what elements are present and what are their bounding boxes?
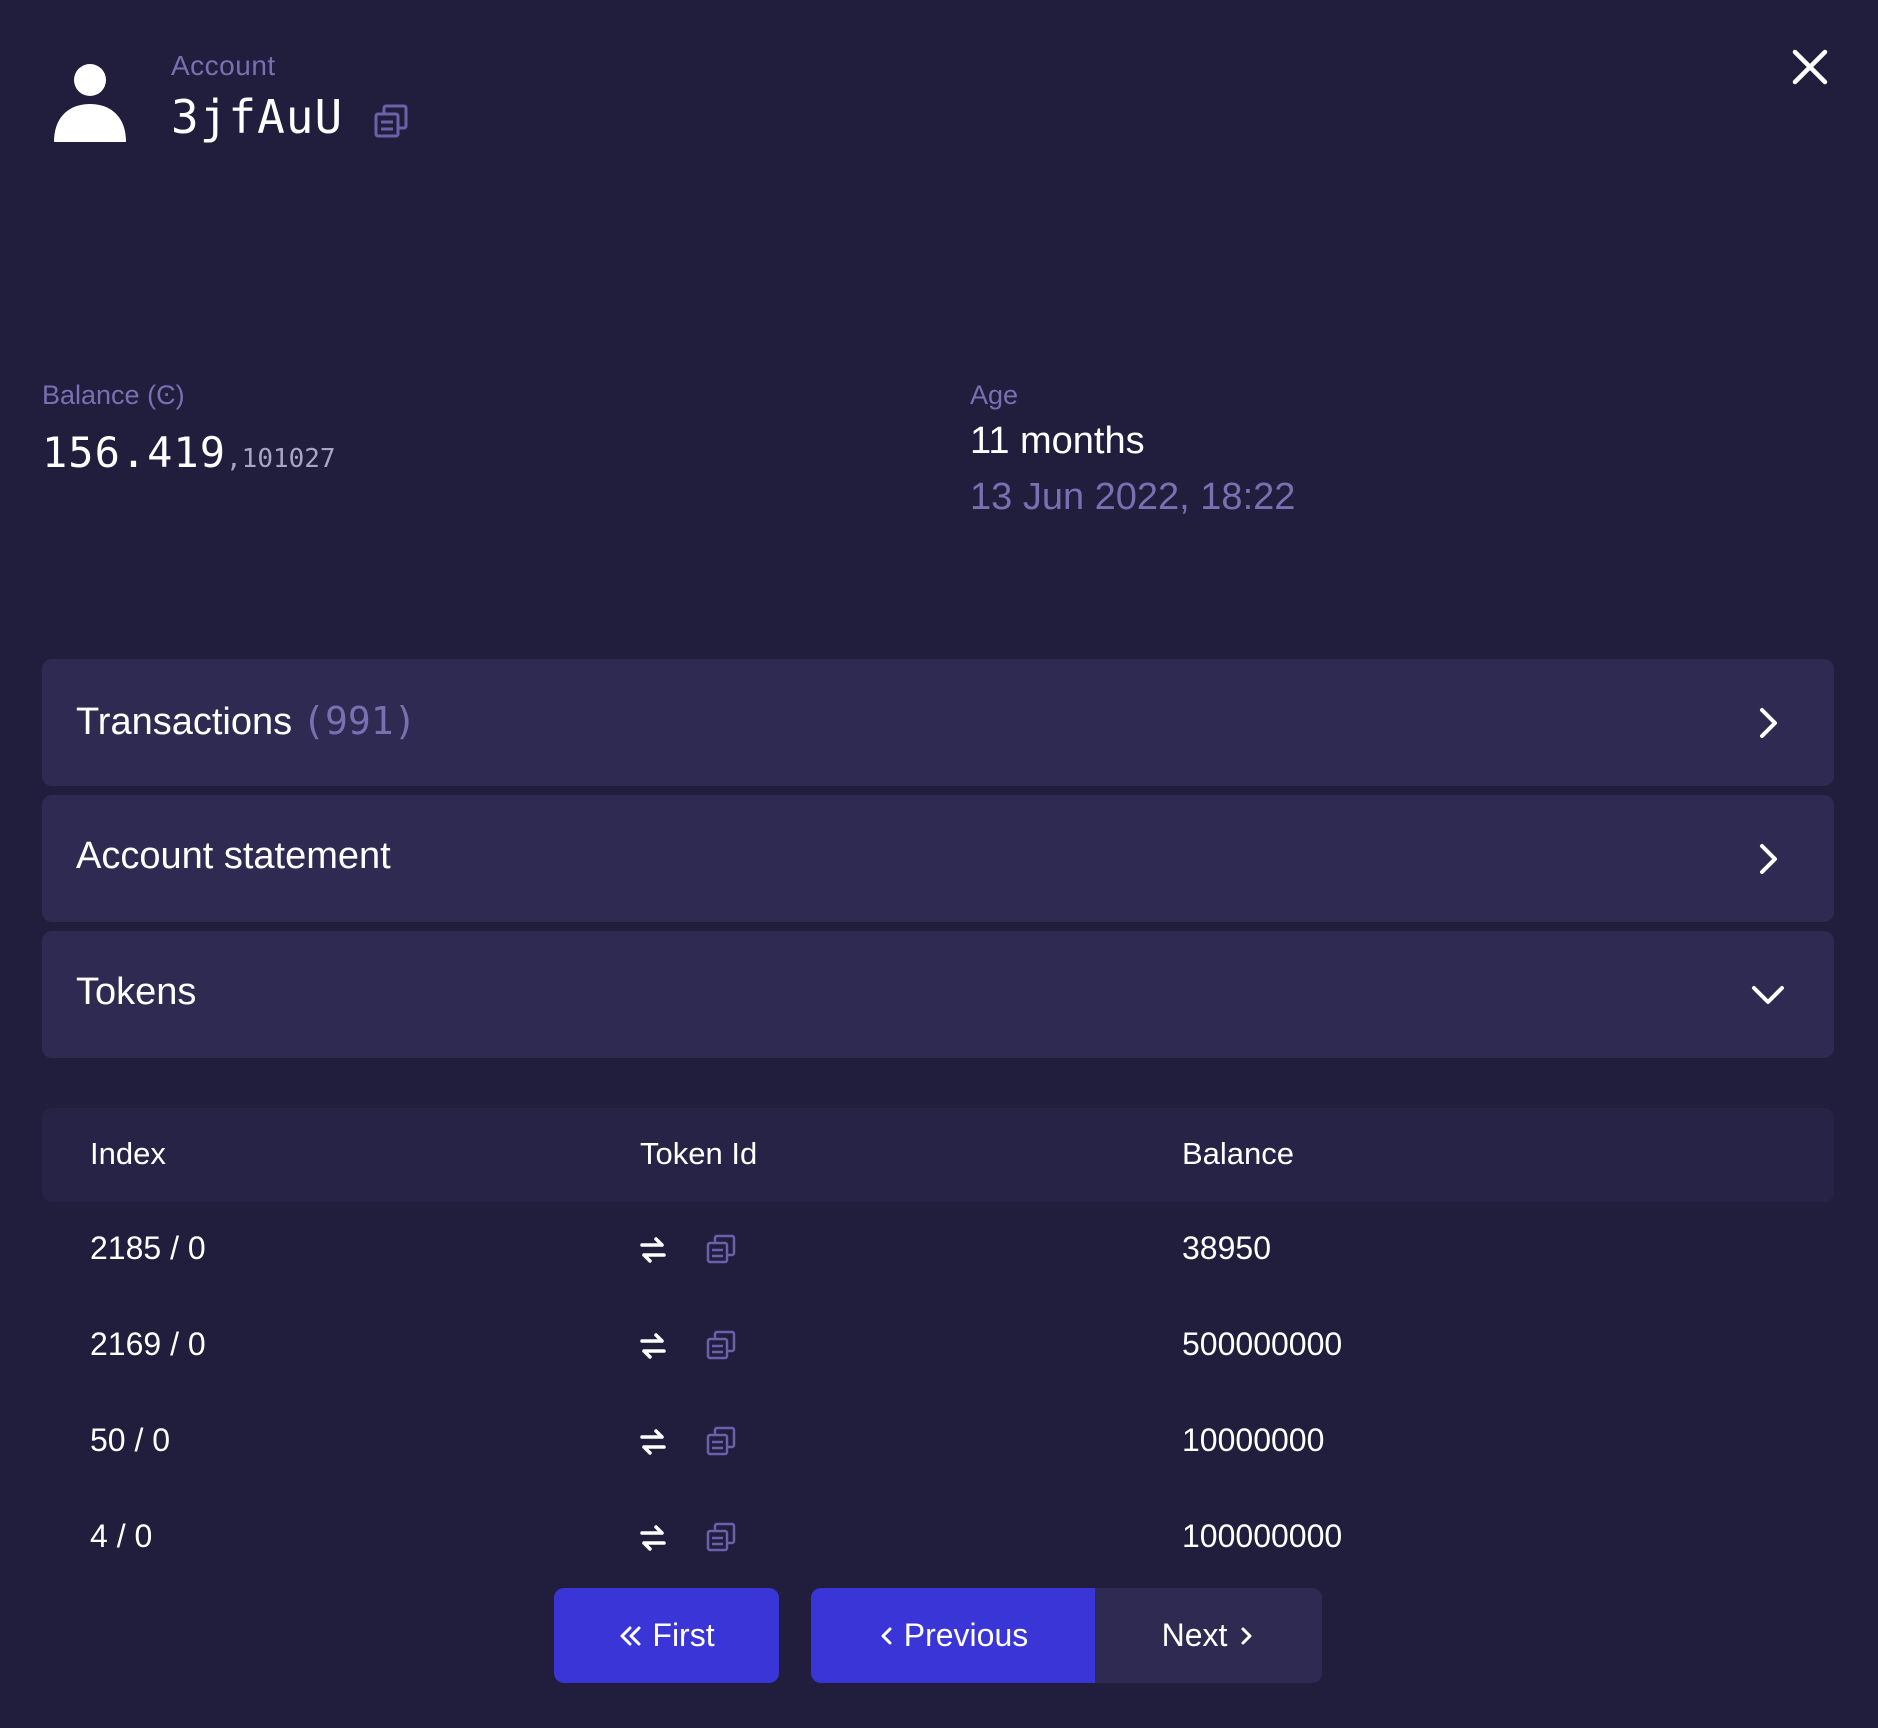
chevron-right-icon — [1241, 1627, 1252, 1644]
swap-icon[interactable] — [638, 1236, 668, 1264]
first-page-button[interactable]: First — [554, 1588, 779, 1683]
next-page-label: Next — [1161, 1617, 1228, 1653]
table-row: 4 / 0 100000000 — [42, 1490, 1834, 1586]
row-balance: 100000000 — [1182, 1518, 1343, 1554]
table-row: 2169 / 0 500000000 — [42, 1298, 1834, 1394]
previous-page-button[interactable]: Previous — [811, 1588, 1095, 1683]
transactions-section[interactable]: Transactions (991) — [42, 659, 1834, 786]
age-label: Age — [970, 380, 1019, 410]
balance-fraction: ,101027 — [226, 444, 336, 474]
swap-icon[interactable] — [638, 1524, 668, 1552]
swap-icon[interactable] — [638, 1428, 668, 1456]
tokens-section[interactable]: Tokens — [42, 931, 1834, 1058]
balance-label: Balance (Ͼ) — [42, 380, 185, 410]
copy-icon[interactable] — [706, 1426, 736, 1456]
balance-value: 156.419,101027 — [42, 428, 336, 477]
chevron-right-icon — [1760, 708, 1777, 738]
row-index: 50 / 0 — [90, 1422, 171, 1458]
previous-page-label: Previous — [903, 1617, 1029, 1653]
account-header: Account 3jfAuU — [0, 0, 1878, 180]
copy-icon[interactable] — [706, 1234, 736, 1264]
column-index: Index — [90, 1136, 166, 1171]
table-row: 50 / 0 10000000 — [42, 1394, 1834, 1490]
transactions-title: Transactions (991) — [76, 699, 417, 744]
account-statement-title: Account statement — [76, 835, 391, 877]
column-token-id: Token Id — [640, 1136, 758, 1171]
row-balance: 38950 — [1182, 1230, 1271, 1266]
transactions-count: (991) — [302, 699, 417, 743]
copy-icon[interactable] — [373, 103, 409, 139]
age-date: 13 Jun 2022, 18:22 — [970, 476, 1296, 518]
transactions-label: Transactions — [76, 701, 293, 743]
row-index: 4 / 0 — [90, 1518, 153, 1554]
copy-icon[interactable] — [706, 1522, 736, 1552]
tokens-table-header: Index Token Id Balance — [42, 1108, 1834, 1202]
copy-icon[interactable] — [706, 1330, 736, 1360]
chevron-right-icon — [1760, 844, 1777, 874]
column-balance: Balance — [1182, 1136, 1295, 1171]
account-statement-section[interactable]: Account statement — [42, 795, 1834, 922]
double-chevron-left-icon — [620, 1626, 641, 1645]
row-index: 2169 / 0 — [90, 1326, 206, 1362]
table-row: 2185 / 0 38950 — [42, 1202, 1834, 1298]
row-index: 2185 / 0 — [90, 1230, 206, 1266]
age-value: 11 months — [970, 420, 1145, 462]
first-page-label: First — [652, 1617, 715, 1653]
balance-main: 156.419 — [42, 428, 227, 477]
account-address: 3jfAuU — [171, 90, 344, 144]
next-page-button[interactable]: Next — [1095, 1588, 1322, 1683]
account-label: Account — [171, 50, 276, 81]
chevron-left-icon — [881, 1627, 892, 1644]
close-icon[interactable] — [1789, 46, 1831, 88]
swap-icon[interactable] — [638, 1332, 668, 1360]
row-balance: 500000000 — [1182, 1326, 1343, 1362]
tokens-title: Tokens — [76, 971, 197, 1013]
user-icon — [54, 64, 126, 142]
chevron-down-icon — [1752, 986, 1784, 1004]
row-balance: 10000000 — [1182, 1422, 1325, 1458]
